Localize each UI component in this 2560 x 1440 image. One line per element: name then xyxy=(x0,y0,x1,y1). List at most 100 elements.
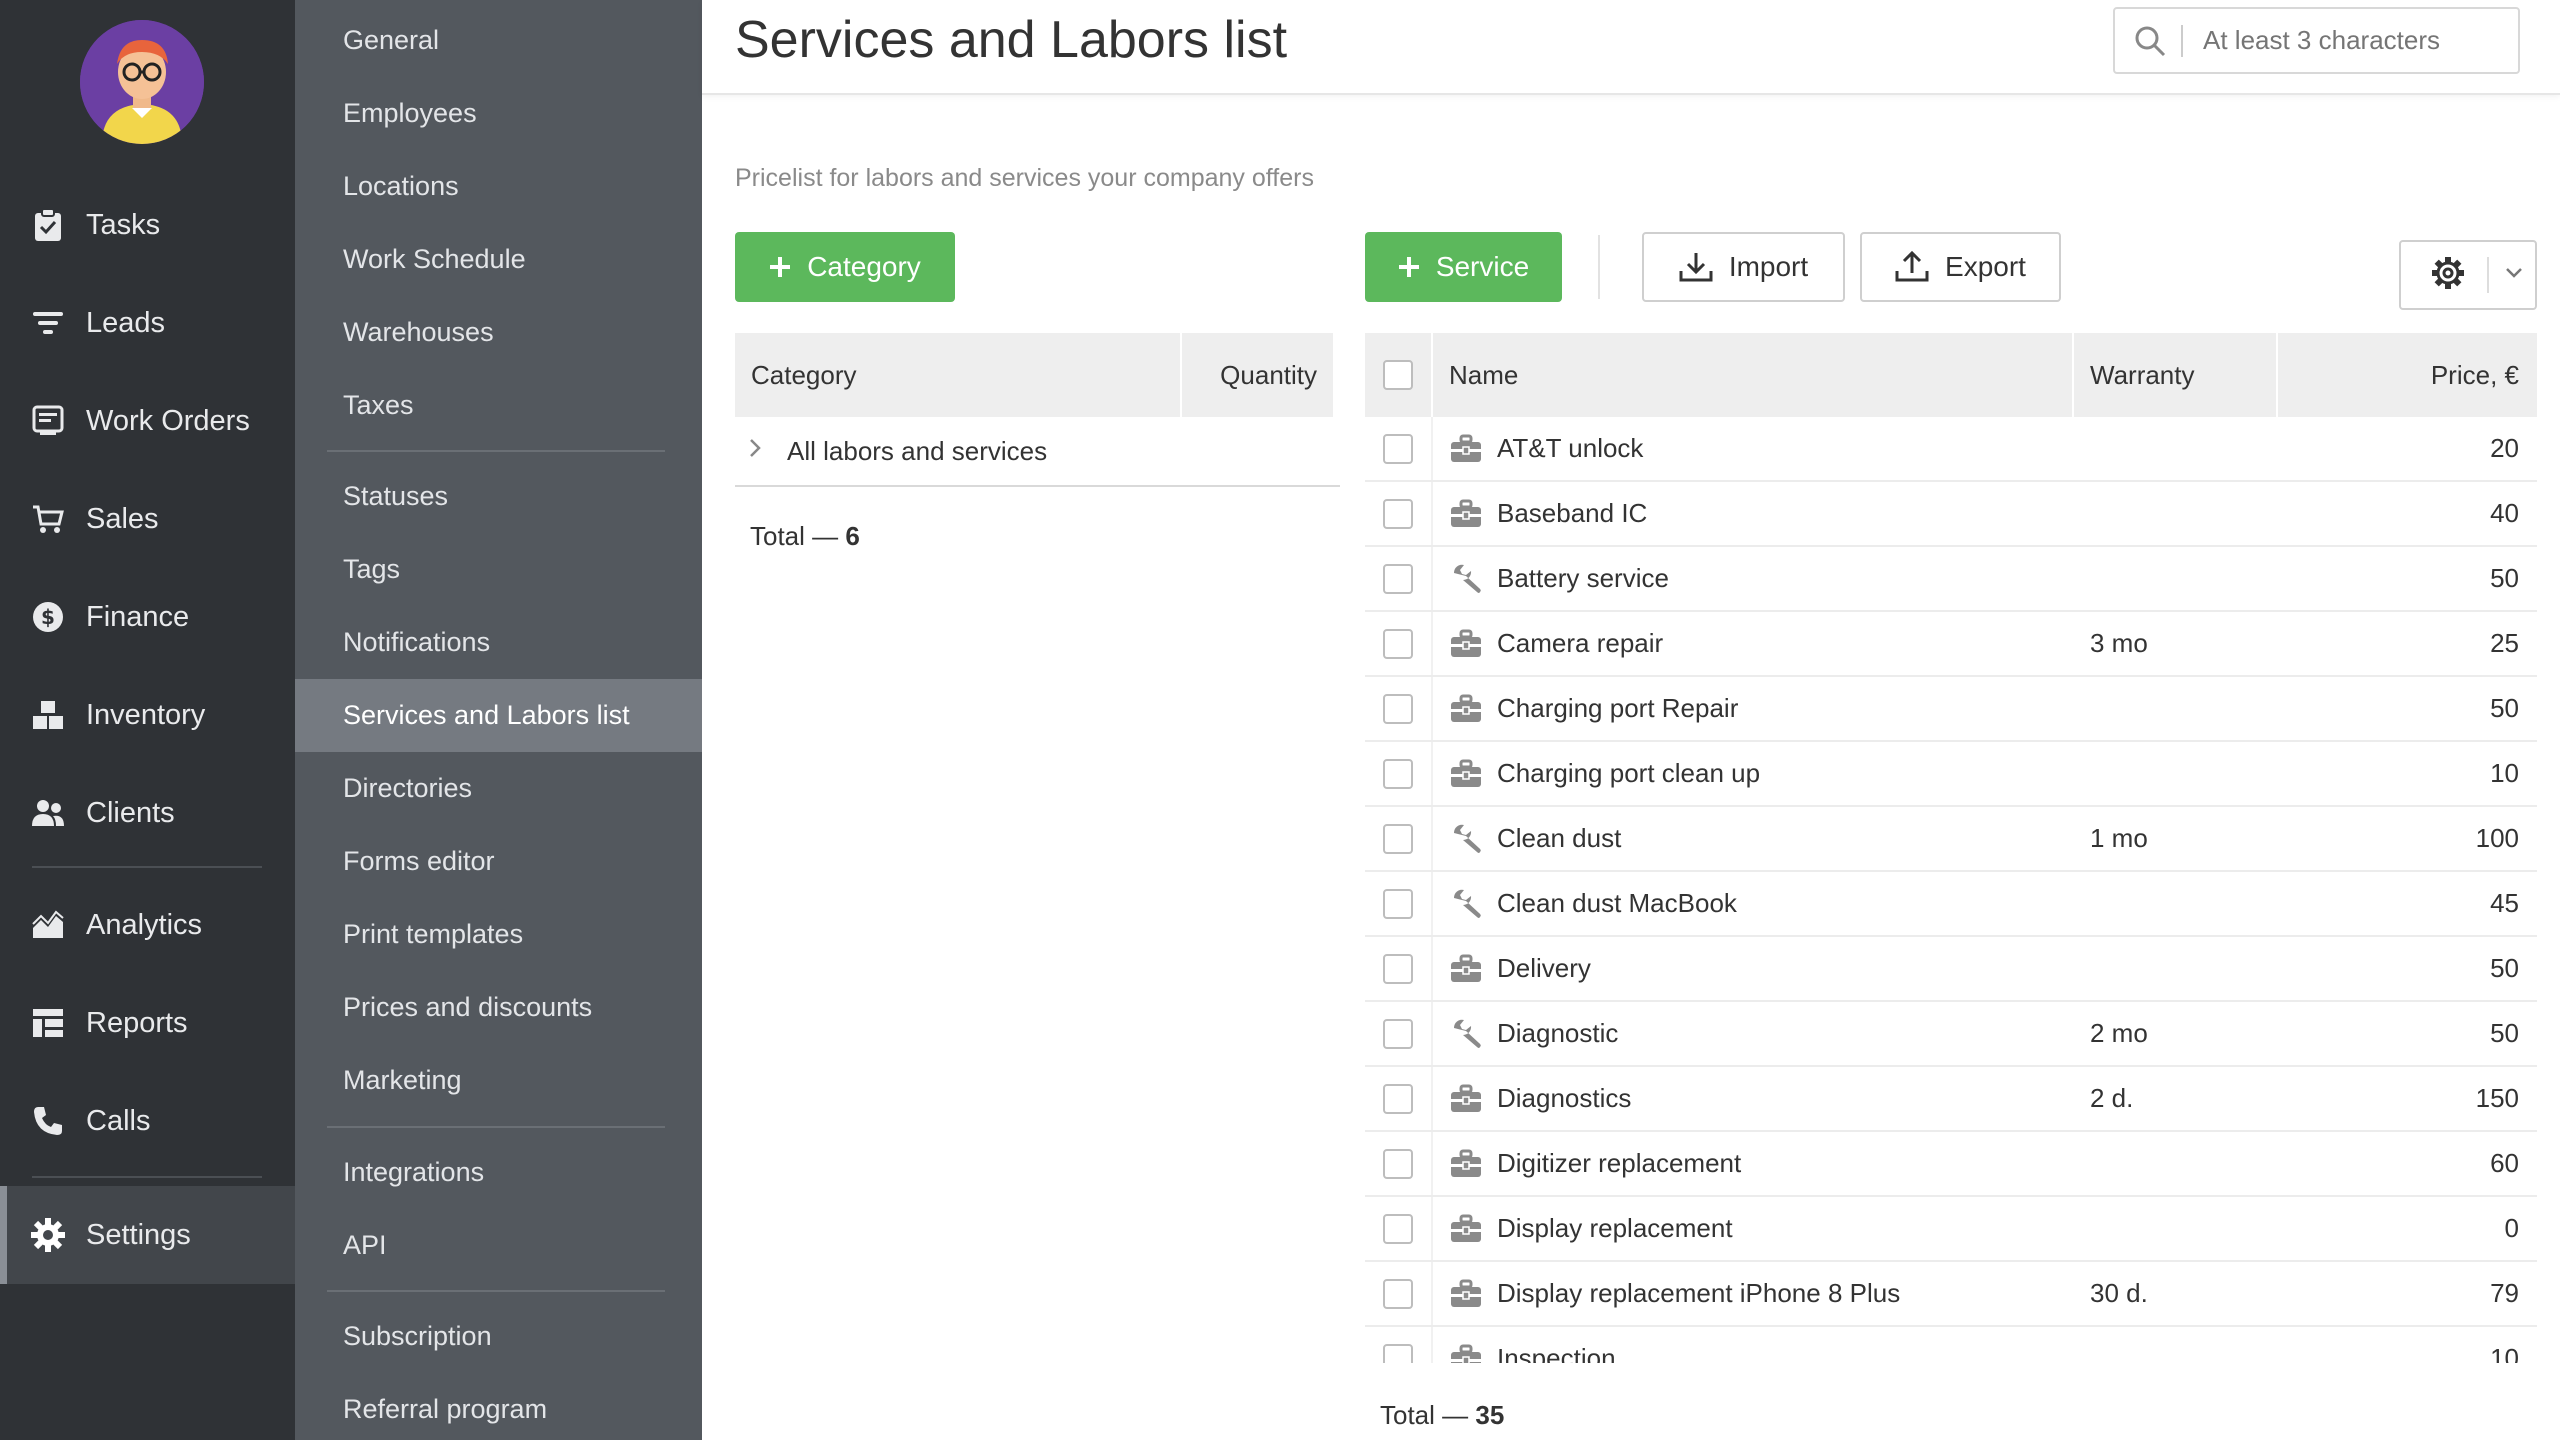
table-row[interactable]: Diagnostic 2 mo 50 xyxy=(1365,1002,2537,1067)
submenu-item-print-templates[interactable]: Print templates xyxy=(295,898,702,971)
service-name[interactable]: Charging port clean up xyxy=(1497,758,1760,789)
service-name[interactable]: Diagnostics xyxy=(1497,1083,1631,1114)
nav-item-calls[interactable]: Calls xyxy=(0,1072,295,1170)
submenu-item-work-schedule[interactable]: Work Schedule xyxy=(295,223,702,296)
nav-item-reports[interactable]: Reports xyxy=(0,974,295,1072)
submenu-item-services-and-labors[interactable]: Services and Labors list xyxy=(295,679,702,752)
submenu-item-locations[interactable]: Locations xyxy=(295,150,702,223)
service-name[interactable]: Delivery xyxy=(1497,953,1591,984)
table-row[interactable]: Charging port Repair 50 xyxy=(1365,677,2537,742)
table-row[interactable]: Clean dust 1 mo 100 xyxy=(1365,807,2537,872)
add-category-button[interactable]: Category xyxy=(735,232,955,302)
row-checkbox[interactable] xyxy=(1383,1278,1413,1309)
services-table: Name Warranty Price, € AT&T unlock 20 Base… xyxy=(1365,333,2537,1363)
submenu-item-integrations[interactable]: Integrations xyxy=(295,1136,702,1209)
column-header-price[interactable]: Price, € xyxy=(2278,333,2537,417)
row-checkbox[interactable] xyxy=(1383,1213,1413,1244)
submenu-item-employees[interactable]: Employees xyxy=(295,77,702,150)
service-name[interactable]: Clean dust MacBook xyxy=(1497,888,1737,919)
submenu-item-subscription[interactable]: Subscription xyxy=(295,1300,702,1373)
service-name[interactable]: Charging port Repair xyxy=(1497,693,1738,724)
nav-item-inventory[interactable]: Inventory xyxy=(0,666,295,764)
row-checkbox[interactable] xyxy=(1383,758,1413,789)
submenu-item-taxes[interactable]: Taxes xyxy=(295,369,702,442)
submenu-item-marketing[interactable]: Marketing xyxy=(295,1044,702,1117)
submenu-item-warehouses[interactable]: Warehouses xyxy=(295,296,702,369)
table-row[interactable]: Digitizer replacement 60 xyxy=(1365,1132,2537,1197)
table-row[interactable]: Baseband IC 40 xyxy=(1365,482,2537,547)
submenu-item-forms-editor[interactable]: Forms editor xyxy=(295,825,702,898)
table-row[interactable]: Diagnostics 2 d. 150 xyxy=(1365,1067,2537,1132)
row-name-cell: Battery service xyxy=(1433,547,2074,610)
column-header-quantity[interactable]: Quantity xyxy=(1182,333,1333,417)
nav-item-analytics[interactable]: Analytics xyxy=(0,876,295,974)
chevron-right-icon[interactable] xyxy=(749,438,769,464)
table-row[interactable]: Charging port clean up 10 xyxy=(1365,742,2537,807)
chevron-down-icon[interactable] xyxy=(2505,266,2523,284)
nav-item-settings[interactable]: Settings xyxy=(0,1186,295,1284)
row-checkbox[interactable] xyxy=(1383,628,1413,659)
table-row[interactable]: Battery service 50 xyxy=(1365,547,2537,612)
row-checkbox[interactable] xyxy=(1383,1343,1413,1363)
table-row[interactable]: Clean dust MacBook 45 xyxy=(1365,872,2537,937)
column-header-warranty[interactable]: Warranty xyxy=(2074,333,2278,417)
submenu-item-general[interactable]: General xyxy=(295,4,702,77)
nav-item-sales[interactable]: Sales xyxy=(0,470,295,568)
row-checkbox[interactable] xyxy=(1383,563,1413,594)
row-checkbox[interactable] xyxy=(1383,953,1413,984)
row-checkbox[interactable] xyxy=(1383,823,1413,854)
nav-item-leads[interactable]: Leads xyxy=(0,274,295,372)
table-row[interactable]: AT&T unlock 20 xyxy=(1365,417,2537,482)
service-name[interactable]: Display replacement xyxy=(1497,1213,1733,1244)
service-name[interactable]: Battery service xyxy=(1497,563,1669,594)
row-price-cell: 25 xyxy=(2278,612,2537,675)
table-row[interactable]: Display replacement iPhone 8 Plus 30 d. 79 xyxy=(1365,1262,2537,1327)
submenu-item-tags[interactable]: Tags xyxy=(295,533,702,606)
submenu-item-referral-program[interactable]: Referral program xyxy=(295,1373,702,1440)
service-price: 25 xyxy=(2490,628,2519,658)
column-header-name[interactable]: Name xyxy=(1433,333,2074,417)
select-all-checkbox[interactable] xyxy=(1383,360,1413,390)
service-name[interactable]: Display replacement iPhone 8 Plus xyxy=(1497,1278,1900,1309)
row-checkbox[interactable] xyxy=(1383,888,1413,919)
nav-item-finance[interactable]: $ Finance xyxy=(0,568,295,666)
top-bar: Services and Labors list xyxy=(702,0,2560,95)
row-checkbox[interactable] xyxy=(1383,693,1413,724)
nav-item-clients[interactable]: Clients xyxy=(0,764,295,862)
submenu-item-api[interactable]: API xyxy=(295,1209,702,1282)
row-checkbox[interactable] xyxy=(1383,1148,1413,1179)
table-row[interactable]: Delivery 50 xyxy=(1365,937,2537,1002)
submenu-divider xyxy=(327,1290,665,1292)
export-button[interactable]: Export xyxy=(1860,232,2061,302)
search-box[interactable] xyxy=(2113,7,2520,74)
table-row[interactable]: Display replacement 0 xyxy=(1365,1197,2537,1262)
row-checkbox[interactable] xyxy=(1383,1018,1413,1049)
row-checkbox[interactable] xyxy=(1383,498,1413,529)
nav-divider xyxy=(32,866,262,868)
service-name[interactable]: Clean dust xyxy=(1497,823,1621,854)
row-checkbox[interactable] xyxy=(1383,433,1413,464)
category-row-all[interactable]: All labors and services xyxy=(735,417,1340,487)
table-row[interactable]: Inspection 10 xyxy=(1365,1327,2537,1363)
submenu-item-notifications[interactable]: Notifications xyxy=(295,606,702,679)
search-input[interactable] xyxy=(2203,25,2503,56)
avatar[interactable] xyxy=(80,20,204,144)
service-name[interactable]: AT&T unlock xyxy=(1497,433,1643,464)
service-name[interactable]: Inspection xyxy=(1497,1343,1616,1363)
column-header-category[interactable]: Category xyxy=(735,333,1182,417)
table-row[interactable]: Camera repair 3 mo 25 xyxy=(1365,612,2537,677)
service-price: 50 xyxy=(2490,953,2519,983)
service-name[interactable]: Camera repair xyxy=(1497,628,1663,659)
nav-item-work-orders[interactable]: Work Orders xyxy=(0,372,295,470)
import-button[interactable]: Import xyxy=(1642,232,1845,302)
submenu-item-statuses[interactable]: Statuses xyxy=(295,460,702,533)
service-name[interactable]: Digitizer replacement xyxy=(1497,1148,1741,1179)
add-service-button[interactable]: Service xyxy=(1365,232,1562,302)
service-name[interactable]: Baseband IC xyxy=(1497,498,1647,529)
submenu-item-directories[interactable]: Directories xyxy=(295,752,702,825)
row-checkbox[interactable] xyxy=(1383,1083,1413,1114)
service-name[interactable]: Diagnostic xyxy=(1497,1018,1618,1049)
nav-item-tasks[interactable]: Tasks xyxy=(0,176,295,274)
table-settings-button[interactable] xyxy=(2399,240,2537,310)
submenu-item-prices-and-discounts[interactable]: Prices and discounts xyxy=(295,971,702,1044)
